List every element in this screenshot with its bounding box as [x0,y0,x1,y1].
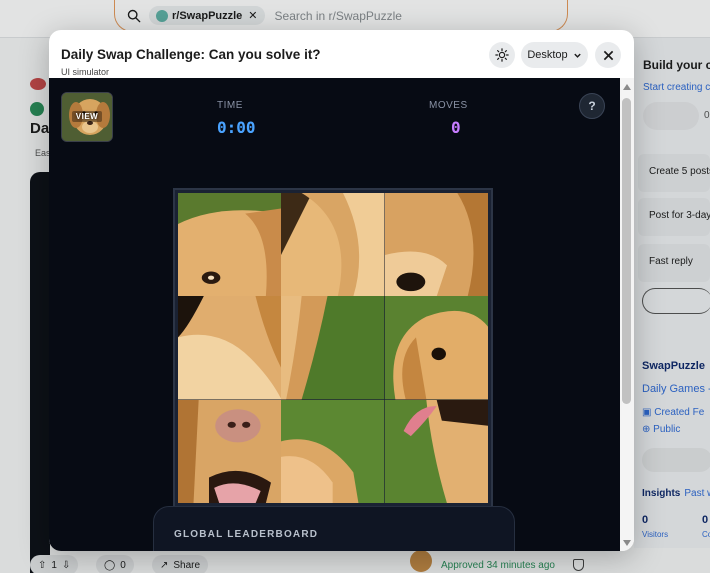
device-select-label: Desktop [527,49,568,61]
preview-view-label: VIEW [62,111,112,122]
global-leaderboard: GLOBAL LEADERBOARD [153,506,515,551]
time-label: TIME [217,100,243,111]
ui-simulator-modal: Daily Swap Challenge: Can you solve it? … [49,30,634,551]
device-select[interactable]: Desktop [521,42,588,68]
puzzle-tile[interactable] [281,296,385,400]
time-value: 0:00 [217,118,256,137]
modal-subtitle: UI simulator [61,67,110,77]
puzzle-board [173,188,493,508]
puzzle-tile[interactable] [384,193,488,297]
puzzle-tile[interactable] [281,399,385,503]
help-button[interactable]: ? [579,93,605,119]
moves-label: MOVES [429,100,468,111]
puzzle-tile[interactable] [384,296,488,400]
chevron-down-icon [573,53,581,58]
scrollbar-thumb[interactable] [622,98,631,404]
puzzle-tile[interactable] [178,399,282,503]
close-icon [603,50,613,60]
modal-title: Daily Swap Challenge: Can you solve it? [61,47,321,62]
leaderboard-title: GLOBAL LEADERBOARD [174,529,319,540]
sun-icon [495,48,509,62]
scroll-up-icon[interactable] [623,84,631,90]
scroll-down-icon[interactable] [623,540,631,546]
puzzle-tile[interactable] [178,193,282,297]
theme-toggle-button[interactable] [489,42,515,68]
puzzle-tile[interactable] [384,399,488,503]
modal-header: Daily Swap Challenge: Can you solve it? … [49,30,634,78]
moves-value: 0 [451,118,461,137]
puzzle-tile[interactable] [178,296,282,400]
game-simulator: VIEW TIME 0:00 MOVES 0 ? GLOBAL LEADERBO… [49,78,620,551]
puzzle-tile[interactable] [281,193,385,297]
preview-image-button[interactable]: VIEW [61,92,113,142]
close-modal-button[interactable] [595,42,621,68]
